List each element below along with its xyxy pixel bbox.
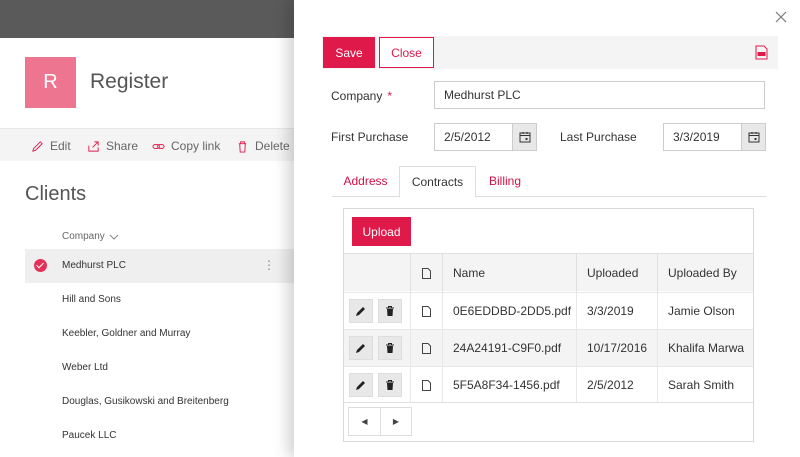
- company-field[interactable]: Medhurst PLC: [434, 81, 765, 109]
- company-label: Company *: [331, 89, 392, 103]
- file-name-cell[interactable]: 24A24191-C9F0.pdf: [442, 330, 576, 366]
- list-item-label: Hill and Sons: [62, 294, 121, 305]
- list-item-label: Douglas, Gusikowski and Breitenberg: [62, 396, 229, 407]
- list-item[interactable]: Douglas, Gusikowski and Breitenberg: [25, 385, 295, 419]
- trash-icon: [386, 380, 394, 390]
- file-name-cell[interactable]: 0E6EDDBD-2DD5.pdf: [442, 293, 576, 329]
- table-row: 0E6EDDBD-2DD5.pdf 3/3/2019 Jamie Olson: [344, 292, 753, 329]
- save-button[interactable]: Save: [323, 37, 375, 68]
- grid-pager: ◀ ▶: [344, 402, 753, 440]
- close-button[interactable]: Close: [379, 37, 434, 68]
- edit-row-button[interactable]: [349, 336, 373, 360]
- uploaded-date-cell: 2/5/2012: [576, 367, 657, 403]
- next-page-icon[interactable]: ▶: [379, 408, 411, 435]
- file-icon: [422, 306, 431, 317]
- file-icon: [422, 268, 431, 279]
- grid-header: Name Uploaded Uploaded By: [344, 253, 753, 292]
- list-item[interactable]: Paucek LLC: [25, 419, 295, 453]
- list-item-label: Medhurst PLC: [62, 260, 126, 271]
- list-item[interactable]: Weber Ltd: [25, 351, 295, 385]
- contracts-grid: Upload Name Uploaded Uploaded By 0E6EDDB…: [343, 208, 754, 442]
- pdf-icon[interactable]: [755, 45, 768, 60]
- file-type-cell: [410, 293, 442, 329]
- site-title: Register: [90, 70, 169, 93]
- pencil-icon: [356, 381, 365, 390]
- file-icon: [422, 343, 431, 354]
- trash-icon: [238, 140, 247, 153]
- upload-button[interactable]: Upload: [352, 217, 411, 246]
- last-purchase-value: 3/3/2019: [673, 130, 720, 144]
- share-icon: [88, 140, 99, 152]
- trash-icon: [386, 306, 394, 316]
- pager-buttons: ◀ ▶: [348, 407, 412, 436]
- delete-row-button[interactable]: [378, 373, 402, 397]
- delete-command[interactable]: Delete: [236, 139, 290, 153]
- edit-panel: Save Close Company * Medhurst PLC First P…: [294, 0, 800, 457]
- list-item[interactable]: Hill and Sons: [25, 283, 295, 317]
- first-purchase-field[interactable]: 2/5/2012: [434, 123, 537, 151]
- pencil-icon: [356, 307, 365, 316]
- copy-link-command[interactable]: Copy link: [152, 139, 220, 153]
- edit-row-button[interactable]: [349, 373, 373, 397]
- name-column-header[interactable]: Name: [442, 254, 576, 292]
- site-logo: R: [25, 57, 76, 108]
- list-item[interactable]: Keebler, Goldner and Murray: [25, 317, 295, 351]
- copy-link-command-label: Copy link: [171, 139, 221, 153]
- calendar-icon: [519, 132, 530, 143]
- panel-tabs: Address Contracts Billing: [332, 166, 766, 198]
- list-item-label: Weber Ltd: [62, 362, 108, 373]
- file-type-cell: [410, 330, 442, 366]
- more-options-icon[interactable]: ⋮: [263, 258, 275, 272]
- list-title: Clients: [25, 183, 87, 205]
- tab-address[interactable]: Address: [332, 166, 399, 197]
- first-purchase-label: First Purchase: [331, 130, 409, 144]
- uploaded-date-cell: 10/17/2016: [576, 330, 657, 366]
- required-marker: *: [387, 89, 393, 103]
- delete-row-button[interactable]: [378, 299, 402, 323]
- close-icon[interactable]: [774, 10, 788, 24]
- file-icon: [422, 380, 431, 391]
- table-row: 24A24191-C9F0.pdf 10/17/2016 Khalifa Mar…: [344, 329, 753, 366]
- tab-contracts[interactable]: Contracts: [399, 166, 476, 198]
- previous-page-icon[interactable]: ◀: [349, 408, 380, 435]
- first-purchase-calendar-button[interactable]: [512, 124, 536, 150]
- uploaded-by-cell: Sarah Smith: [657, 367, 753, 403]
- panel-toolbar: Save Close: [322, 36, 778, 69]
- last-purchase-field[interactable]: 3/3/2019: [663, 123, 766, 151]
- uploaded-by-column-header[interactable]: Uploaded By: [657, 254, 753, 292]
- pencil-icon: [32, 140, 43, 152]
- uploaded-date-cell: 3/3/2019: [576, 293, 657, 329]
- share-command-label: Share: [106, 139, 139, 153]
- company-column-header[interactable]: Company: [62, 231, 119, 242]
- last-purchase-label: Last Purchase: [560, 130, 637, 144]
- tab-billing[interactable]: Billing: [476, 166, 534, 197]
- selected-check-icon[interactable]: [34, 259, 47, 272]
- first-purchase-value: 2/5/2012: [444, 130, 491, 144]
- uploaded-column-header[interactable]: Uploaded: [576, 254, 657, 292]
- company-column-label: Company: [62, 231, 105, 242]
- link-icon: [152, 143, 165, 149]
- uploaded-by-cell: Khalifa Marwa: [657, 330, 753, 366]
- calendar-icon: [748, 132, 759, 143]
- list-item-label: Paucek LLC: [62, 430, 117, 441]
- edit-command[interactable]: Edit: [31, 139, 71, 153]
- delete-row-button[interactable]: [378, 336, 402, 360]
- company-label-text: Company: [331, 89, 383, 103]
- list-item[interactable]: Medhurst PLC ⋮: [25, 249, 295, 283]
- pencil-icon: [356, 344, 365, 353]
- file-column-header: [410, 254, 442, 292]
- share-command[interactable]: Share: [87, 139, 138, 153]
- file-type-cell: [410, 367, 442, 403]
- delete-command-label: Delete: [255, 139, 290, 153]
- edit-row-button[interactable]: [349, 299, 373, 323]
- table-row: 5F5A8F34-1456.pdf 2/5/2012 Sarah Smith: [344, 366, 753, 403]
- trash-icon: [386, 343, 394, 353]
- list-item-label: Keebler, Goldner and Murray: [62, 328, 191, 339]
- last-purchase-calendar-button[interactable]: [741, 124, 765, 150]
- chevron-down-icon: [109, 234, 119, 240]
- uploaded-by-cell: Jamie Olson: [657, 293, 753, 329]
- edit-command-label: Edit: [50, 139, 71, 153]
- file-name-cell[interactable]: 5F5A8F34-1456.pdf: [442, 367, 576, 403]
